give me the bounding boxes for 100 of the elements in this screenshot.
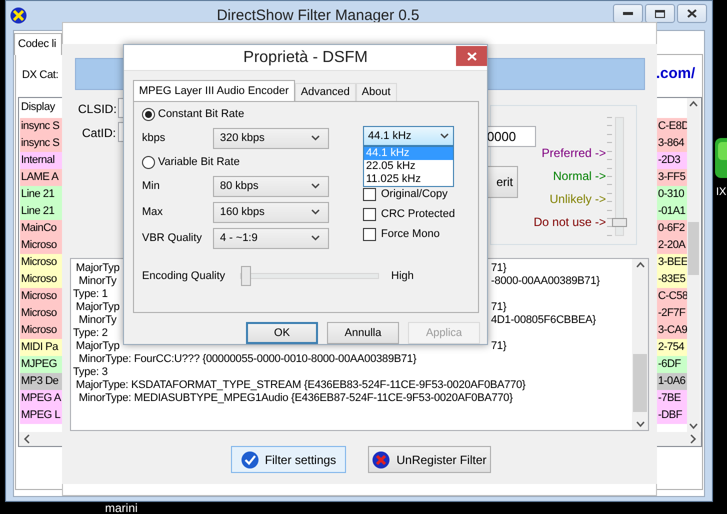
text-line: MajorTyp [74, 262, 120, 274]
table-cell[interactable]: MP3 De [20, 373, 62, 390]
scroll-left-icon[interactable] [23, 434, 31, 444]
table-cell[interactable]: Line 21 [20, 186, 62, 203]
table-cell[interactable]: -83E5 [657, 271, 687, 288]
table-cell[interactable]: Microso [20, 237, 62, 254]
table-cell[interactable]: C-C58 [657, 288, 687, 305]
text-line: 71} [491, 301, 506, 314]
slider-thumb[interactable] [241, 266, 252, 286]
radio-label: Constant Bit Rate [158, 108, 244, 120]
window-title: DirectShow Filter Manager 0.5 [216, 6, 420, 26]
merit-label: Do not use -> [534, 215, 606, 229]
action-button[interactable]: UnRegister Filter [368, 446, 491, 473]
scrollbar[interactable] [657, 432, 701, 446]
table-cell[interactable]: Internal [20, 152, 62, 169]
table-cell[interactable]: -2F7F [657, 305, 687, 322]
scroll-thumb[interactable] [633, 354, 647, 412]
scrollbar[interactable] [19, 432, 62, 446]
checkbox-label: Original/Copy [381, 188, 448, 200]
scroll-right-icon[interactable] [689, 434, 697, 444]
table-cell[interactable]: Microso [20, 254, 62, 271]
text-line: 71} [491, 262, 506, 275]
text-line: MajorTyp [74, 340, 120, 352]
table-cell[interactable]: -7BE [657, 390, 687, 407]
dropdown[interactable]: 44.1 kHz [363, 126, 454, 146]
app-icon [10, 7, 27, 24]
table-cell[interactable]: MIDI Pa [20, 339, 62, 356]
table-cell[interactable]: Microso [20, 271, 62, 288]
cross-icon [372, 450, 390, 468]
dropdown[interactable]: 80 kbps [213, 176, 329, 196]
checkmark-icon [240, 450, 259, 468]
table-cell[interactable]: 2-754 [657, 339, 687, 356]
table-cell[interactable]: -DBF [657, 407, 687, 424]
tab[interactable]: About [356, 83, 396, 101]
radio-button[interactable] [142, 156, 155, 168]
column-header[interactable]: Display [20, 99, 62, 117]
web-link[interactable]: .com/ [656, 65, 696, 82]
dropdown[interactable]: 320 kbps [213, 128, 329, 148]
table-cell[interactable]: MJPEG [20, 356, 62, 373]
table-cell[interactable]: 2-20A [657, 237, 687, 254]
minimize-button[interactable] [613, 4, 643, 23]
field-label: CLSID: [78, 102, 117, 116]
dropdown[interactable]: 4 - ~1:9 [213, 228, 329, 248]
minimize-icon [623, 12, 633, 16]
text-line: Type: 2 [73, 327, 108, 340]
table-cell[interactable]: 3-BEE [657, 254, 687, 271]
slider-label: Encoding Quality [142, 270, 226, 282]
scroll-thumb[interactable] [688, 222, 699, 275]
restore-icon [655, 10, 665, 18]
table-cell[interactable]: -2D3 [657, 152, 687, 169]
table-cell[interactable]: LAME A [20, 169, 62, 186]
table-cell[interactable]: insync S [20, 118, 62, 135]
table-cell[interactable]: 3-FF5 [657, 169, 687, 186]
dialog-button[interactable]: Annulla [327, 322, 399, 344]
checkbox[interactable] [363, 188, 376, 200]
restore-button[interactable] [645, 4, 675, 23]
table-cell[interactable]: 3-CA9 [657, 322, 687, 339]
dropdown-option[interactable]: 22.05 kHz [364, 160, 453, 173]
tab[interactable]: Advanced [294, 83, 356, 101]
table-cell[interactable]: Line 21 [20, 203, 62, 220]
action-button[interactable]: Filter settings [231, 446, 346, 473]
text-line: MajorType: KSDATAFORMAT_TYPE_STREAM {E436EB83-524F-11CE-9F53-0020AF0BA770} [74, 379, 526, 392]
close-icon [466, 52, 476, 60]
tab[interactable]: MPEG Layer III Audio Encoder [133, 80, 295, 101]
table-cell[interactable]: insync S [20, 135, 62, 152]
text-line: MinorTy [78, 275, 116, 287]
radio-button[interactable] [142, 108, 155, 120]
table-cell[interactable]: Microso [20, 322, 62, 339]
table-cell[interactable]: MainCo [20, 220, 62, 237]
table-cell[interactable]: Microso [20, 288, 62, 305]
dialog-title: Proprietà - DSFM [243, 48, 368, 66]
field-label: VBR Quality [142, 232, 203, 244]
table-cell[interactable]: -6DF [657, 356, 687, 373]
table-cell[interactable]: 0-6F2 [657, 220, 687, 237]
text-line: MinorType: FourCC:U??? {00000055-0000-0010-8000-00AA00389B71} [78, 353, 416, 366]
dialog-button[interactable]: OK [246, 322, 318, 344]
checkbox[interactable] [363, 228, 376, 240]
table-cell[interactable]: MPEG L [20, 407, 62, 424]
merit-label: Unlikely -> [550, 192, 606, 206]
field-label: Max [142, 206, 164, 218]
table-cell[interactable]: 1-0A6 [657, 373, 687, 390]
text-line: MinorType: MEDIASUBTYPE_MPEG1Audio {E436EB87-524F-11CE-9F53-0020AF0BA770} [78, 392, 513, 405]
text-line: 4D1-00805F6CBBEA} [491, 314, 596, 327]
table-cell[interactable]: -01A1 [657, 203, 687, 220]
dropdown-option[interactable]: 11.025 kHz [364, 173, 453, 186]
tab[interactable]: Codec li [14, 33, 62, 55]
table-cell[interactable]: 0-310 [657, 186, 687, 203]
radio-label: Variable Bit Rate [158, 156, 240, 168]
text-line: 71} [491, 340, 506, 353]
icon-label: marini [105, 502, 138, 514]
text-line: -8000-00AA00389B71} [491, 275, 600, 288]
table-cell[interactable]: MPEG A [20, 390, 62, 407]
table-cell[interactable]: 3-864 [657, 135, 687, 152]
dropdown[interactable]: 160 kbps [213, 202, 329, 222]
merit-label: Preferred -> [542, 146, 606, 160]
table-cell[interactable]: Microso [20, 305, 62, 322]
close-button[interactable] [677, 4, 707, 23]
icon-label: IX [716, 186, 726, 198]
close-icon [687, 9, 697, 18]
checkbox[interactable] [363, 208, 376, 220]
